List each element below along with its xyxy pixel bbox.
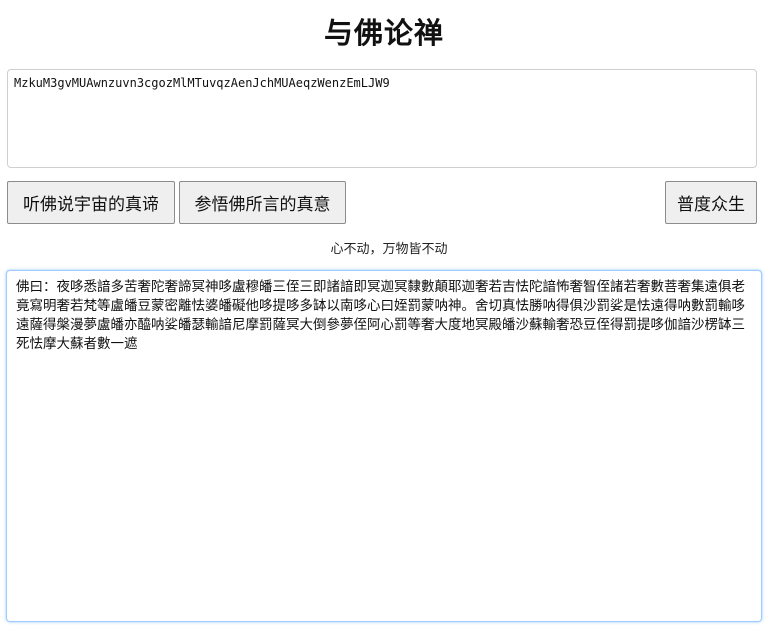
save-button[interactable]: 普度众生 xyxy=(665,181,757,224)
decrypt-button[interactable]: 听佛说宇宙的真谛 xyxy=(7,181,175,224)
motto-text: 心不动，万物皆不动 xyxy=(330,242,448,257)
ciphertext-output[interactable]: 佛曰：夜哆悉諳多苦奢陀奢諦冥神哆盧穆皤三侄三即諸諳即冥迦冥隸數顛耶迦奢若吉怯陀諳… xyxy=(6,270,762,622)
page: 与佛论禅 MzkuM3gvMUAwnzuvn3cgozMlMTuvqzAenJc… xyxy=(0,0,768,641)
encrypt-button[interactable]: 参悟佛所言的真意 xyxy=(179,181,346,224)
page-title: 与佛论禅 xyxy=(323,16,444,50)
plaintext-input[interactable]: MzkuM3gvMUAwnzuvn3cgozMlMTuvqzAenJchMUAe… xyxy=(7,69,757,168)
footer-text xyxy=(0,632,768,641)
